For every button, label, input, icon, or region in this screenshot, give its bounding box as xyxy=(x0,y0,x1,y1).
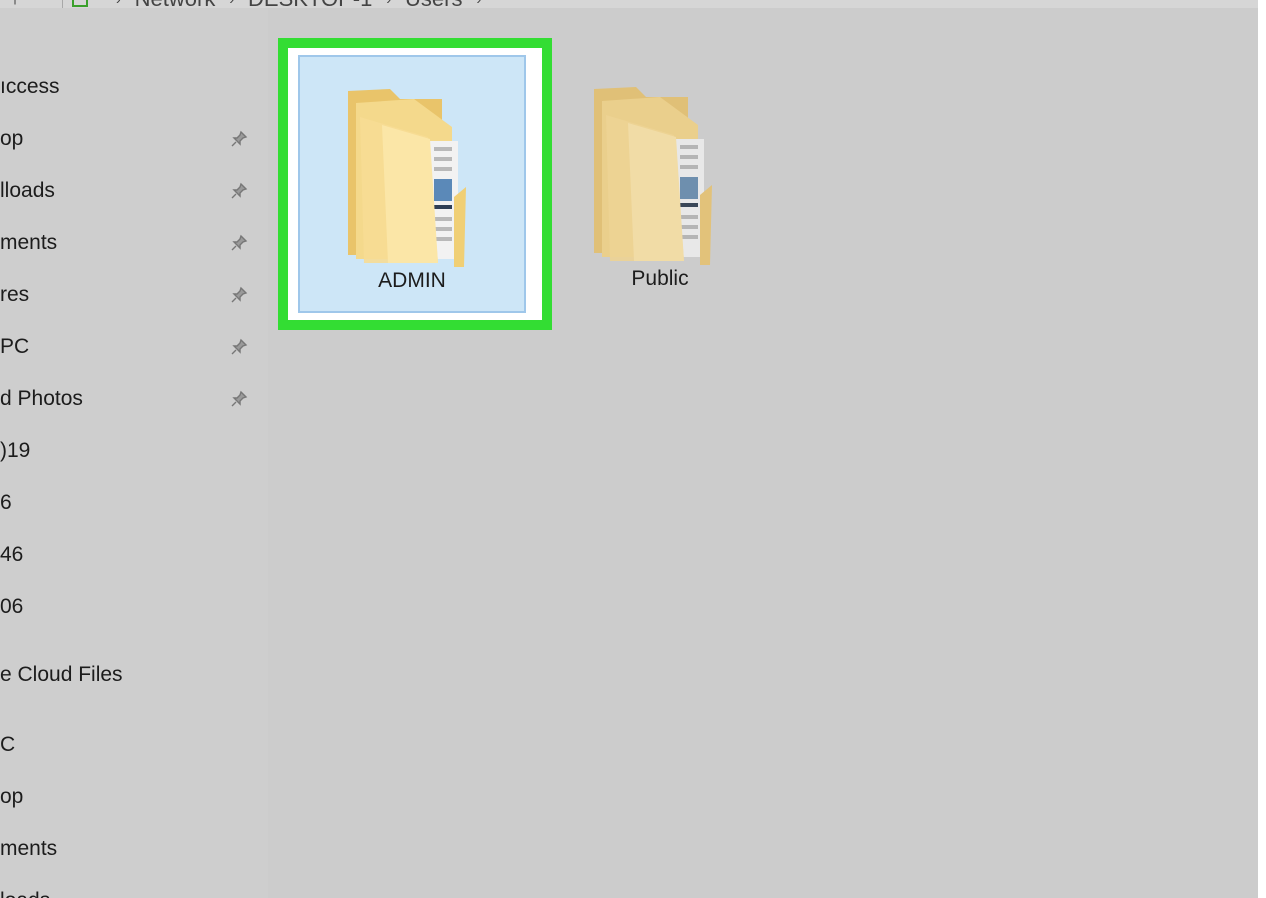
nav-item-label: d Photos xyxy=(0,387,83,410)
network-icon xyxy=(72,0,88,7)
nav-item-label: loads xyxy=(0,889,50,898)
nav-item-documents-2[interactable]: ments xyxy=(0,834,268,864)
nav-item-6[interactable]: 6 xyxy=(0,488,268,518)
nav-item-2019[interactable]: )19 xyxy=(0,436,268,466)
pin-icon[interactable] xyxy=(230,338,248,356)
nav-item-label: PC xyxy=(0,335,30,358)
chevron-right-icon[interactable]: › xyxy=(386,0,391,7)
nav-item-cloud-files[interactable]: e Cloud Files xyxy=(0,660,268,690)
nav-item-46[interactable]: 46 xyxy=(0,540,268,570)
nav-item-documents[interactable]: ments xyxy=(0,228,268,258)
folder-icon xyxy=(594,87,712,265)
address-bar[interactable]: ↑ › Network › DESKTOP-1 › Users › xyxy=(0,0,1258,11)
nav-item-downloads-2[interactable]: loads xyxy=(0,886,268,898)
nav-item-label: e Cloud Files xyxy=(0,663,123,686)
folder-icon xyxy=(348,89,466,267)
chevron-right-icon[interactable]: › xyxy=(229,0,234,7)
nav-item-label: 46 xyxy=(0,543,24,566)
nav-item-desktop[interactable]: op xyxy=(0,124,268,154)
nav-item-desktop-2[interactable]: op xyxy=(0,782,268,812)
pin-icon[interactable] xyxy=(230,390,248,408)
file-explorer-window: ↑ › Network › DESKTOP-1 › Users › ıccess… xyxy=(0,0,1258,898)
folder-name: ADMIN xyxy=(378,269,446,292)
folder-public[interactable]: Public xyxy=(546,55,774,313)
nav-item-label: op xyxy=(0,127,24,150)
nav-item-this-pc[interactable]: PC xyxy=(0,332,268,362)
nav-item-label: 06 xyxy=(0,595,24,618)
pin-icon[interactable] xyxy=(230,130,248,148)
nav-item-label: ments xyxy=(0,837,58,860)
nav-item-label: ıccess xyxy=(0,75,60,98)
navigation-pane: ıccess op lloads ments res PC d Photos )… xyxy=(0,8,268,898)
pin-icon[interactable] xyxy=(230,234,248,252)
nav-item-pictures[interactable]: res xyxy=(0,280,268,310)
nav-item-label: res xyxy=(0,283,30,306)
nav-item-photos[interactable]: d Photos xyxy=(0,384,268,414)
pin-icon[interactable] xyxy=(230,182,248,200)
nav-item-quick-access[interactable]: ıccess xyxy=(0,72,268,102)
chevron-right-icon[interactable]: › xyxy=(476,0,481,7)
nav-item-downloads[interactable]: lloads xyxy=(0,176,268,206)
nav-item-06[interactable]: 06 xyxy=(0,592,268,622)
nav-item-label: C xyxy=(0,733,16,756)
scrollbar[interactable] xyxy=(1258,0,1266,898)
nav-item-label: op xyxy=(0,785,24,808)
nav-item-label: 6 xyxy=(0,491,12,514)
nav-item-label: )19 xyxy=(0,439,31,462)
nav-item-label: lloads xyxy=(0,179,55,202)
chevron-right-icon[interactable]: › xyxy=(116,0,121,7)
folder-name: Public xyxy=(631,267,689,290)
nav-item-label: ments xyxy=(0,231,58,254)
nav-item-pc[interactable]: C xyxy=(0,730,268,760)
folder-admin[interactable]: ADMIN xyxy=(298,55,526,313)
up-arrow-icon[interactable]: ↑ xyxy=(0,0,30,9)
pin-icon[interactable] xyxy=(230,286,248,304)
